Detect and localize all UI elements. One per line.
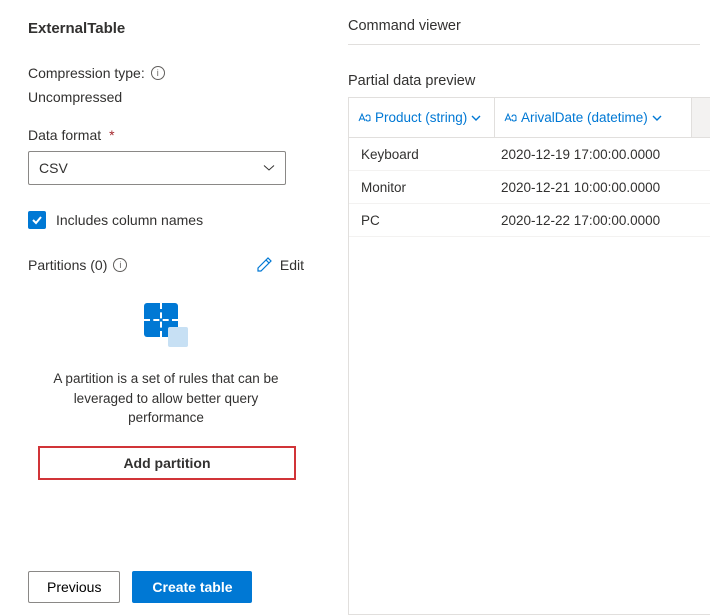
data-preview-table: Product (string) ArivalDate (datetime) [348, 97, 710, 615]
cell-product: PC [349, 213, 495, 228]
includes-column-names-row[interactable]: Includes column names [28, 211, 304, 229]
chevron-down-icon [471, 113, 481, 123]
info-icon[interactable]: i [151, 66, 165, 80]
previous-button-label: Previous [47, 579, 101, 595]
edit-label: Edit [280, 257, 304, 273]
cell-date: 2020-12-21 10:00:00.0000 [495, 180, 710, 195]
create-table-button-label: Create table [152, 579, 232, 595]
data-format-label-text: Data format [28, 127, 101, 143]
data-format-selected-value: CSV [39, 160, 68, 176]
partitions-header: Partitions (0) i Edit [28, 257, 304, 273]
compression-type-label-text: Compression type: [28, 65, 145, 81]
column-header-product-label: Product (string) [375, 110, 467, 125]
column-header-arivaldate[interactable]: ArivalDate (datetime) [495, 98, 692, 137]
table-row[interactable]: PC 2020-12-22 17:00:00.0000 [349, 204, 710, 237]
string-type-icon [357, 111, 371, 125]
pencil-icon [256, 257, 272, 273]
chevron-down-icon [652, 113, 662, 123]
column-header-product[interactable]: Product (string) [349, 98, 495, 137]
cell-product: Keyboard [349, 147, 495, 162]
includes-column-names-label: Includes column names [56, 212, 203, 228]
table-row[interactable]: Monitor 2020-12-21 10:00:00.0000 [349, 171, 710, 204]
table-row[interactable]: Keyboard 2020-12-19 17:00:00.0000 [349, 138, 710, 171]
scrollbar-gutter [692, 98, 710, 137]
compression-type-value: Uncompressed [28, 89, 304, 105]
create-table-button[interactable]: Create table [132, 571, 252, 603]
partitions-label: Partitions (0) [28, 257, 107, 273]
page-title: ExternalTable [28, 20, 304, 37]
partition-icon [144, 303, 188, 347]
cell-date: 2020-12-22 17:00:00.0000 [495, 213, 710, 228]
cell-date: 2020-12-19 17:00:00.0000 [495, 147, 710, 162]
cell-product: Monitor [349, 180, 495, 195]
schema-form-pane: ExternalTable Compression type: i Uncomp… [0, 0, 330, 615]
previous-button[interactable]: Previous [28, 571, 120, 603]
partitions-empty-state: A partition is a set of rules that can b… [28, 303, 304, 480]
preview-pane: Command viewer Partial data preview Prod… [330, 0, 710, 615]
info-icon[interactable]: i [113, 258, 127, 272]
string-type-icon [503, 111, 517, 125]
data-format-select[interactable]: CSV [28, 151, 286, 185]
chevron-down-icon [263, 162, 275, 174]
edit-partitions-button[interactable]: Edit [256, 257, 304, 273]
data-format-label: Data format * [28, 127, 304, 143]
column-header-arivaldate-label: ArivalDate (datetime) [521, 110, 648, 125]
command-viewer-header: Command viewer [348, 18, 700, 45]
table-header-row: Product (string) ArivalDate (datetime) [349, 98, 710, 138]
partitions-label-wrap: Partitions (0) i [28, 257, 127, 273]
partition-description: A partition is a set of rules that can b… [38, 369, 294, 428]
footer-buttons: Previous Create table [28, 555, 304, 603]
required-asterisk: * [109, 127, 114, 143]
checkbox-checked-icon[interactable] [28, 211, 46, 229]
add-partition-button[interactable]: Add partition [38, 446, 296, 480]
partial-data-preview-label: Partial data preview [348, 73, 710, 89]
compression-type-label: Compression type: i [28, 65, 304, 81]
add-partition-label: Add partition [123, 455, 210, 471]
